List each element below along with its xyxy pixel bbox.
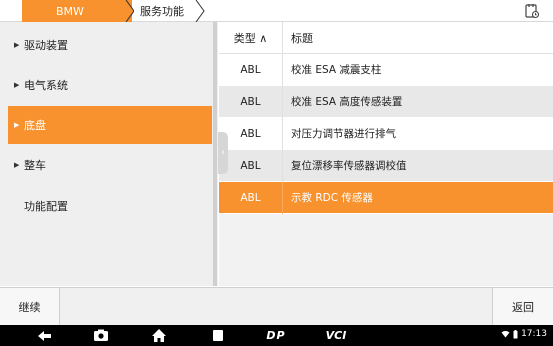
expand-arrow-icon: ▶: [14, 161, 20, 169]
table-row[interactable]: ABL 对压力调节器进行排气: [219, 117, 553, 150]
breadcrumb-label: 服务功能: [140, 5, 184, 18]
camera-icon[interactable]: [93, 328, 109, 343]
report-icon[interactable]: [524, 3, 540, 19]
column-header-title[interactable]: 标题: [283, 30, 313, 46]
sidebar-item-chassis[interactable]: ▶ 底盘: [8, 106, 212, 144]
table-row[interactable]: ABL 复位漂移率传感器调校值: [219, 149, 553, 182]
row-type: ABL: [219, 181, 283, 214]
table-row[interactable]: ABL 校准 ESA 高度传感装置: [219, 85, 553, 118]
row-type: ABL: [219, 85, 283, 118]
column-header-type[interactable]: 类型 ∧: [219, 21, 283, 54]
row-title: 复位漂移率传感器调校值: [291, 160, 407, 172]
row-title: 校准 ESA 高度传感装置: [291, 96, 403, 108]
dp-logo-icon[interactable]: DP: [263, 328, 289, 343]
sidebar-item-drive[interactable]: ▶ 驱动装置: [8, 26, 212, 64]
sidebar-item-vehicle[interactable]: ▶ 整车: [8, 146, 212, 184]
row-title: 校准 ESA 减震支柱: [291, 64, 382, 76]
expand-arrow-icon: ▶: [14, 121, 20, 129]
system-nav-bar: DP VCI 17:13: [0, 325, 553, 346]
row-type: ABL: [219, 117, 283, 150]
top-bar: BMW 服务功能: [0, 0, 553, 22]
sidebar-item-label: 功能配置: [24, 200, 68, 213]
row-type: ABL: [219, 149, 283, 182]
collapse-panel-handle[interactable]: ‹: [218, 132, 228, 174]
breadcrumb-item-service[interactable]: 服务功能: [128, 0, 202, 22]
sidebar-item-label: 底盘: [24, 119, 46, 132]
back-arrow-icon[interactable]: [36, 328, 54, 343]
breadcrumb-label: BMW: [56, 4, 84, 18]
status-area: 17:13: [501, 329, 547, 339]
row-title: 对压力调节器进行排气: [291, 128, 396, 140]
breadcrumb-item-bmw[interactable]: BMW: [22, 0, 132, 22]
sidebar-item-label: 驱动装置: [24, 39, 68, 52]
breadcrumb-separator-icon: [195, 0, 205, 22]
table-row-selected[interactable]: ABL 示教 RDC 传感器: [219, 181, 553, 214]
continue-button[interactable]: 继续: [0, 288, 60, 326]
sidebar-item-electrical[interactable]: ▶ 电气系统: [8, 66, 212, 104]
recent-apps-icon[interactable]: [211, 328, 225, 343]
expand-arrow-icon: ▶: [14, 81, 20, 89]
wifi-icon: [501, 330, 510, 338]
sidebar-item-function-config[interactable]: 功能配置: [8, 187, 212, 225]
row-title: 示教 RDC 传感器: [291, 192, 373, 204]
bottom-toolbar: 继续 返回: [0, 287, 553, 326]
expand-arrow-icon: ▶: [14, 41, 20, 49]
row-type: ABL: [219, 53, 283, 86]
chevron-left-icon: ‹: [221, 148, 225, 158]
back-button[interactable]: 返回: [492, 288, 553, 326]
home-icon[interactable]: [151, 328, 167, 343]
sidebar-item-label: 电气系统: [24, 79, 68, 92]
battery-icon: [513, 329, 518, 338]
function-table: 类型 ∧ 标题 ABL 校准 ESA 减震支柱 ABL 校准 ESA 高度传感装…: [219, 21, 553, 214]
clock-time: 17:13: [521, 329, 547, 339]
panel-scrollbar[interactable]: [213, 22, 217, 286]
vci-logo-icon[interactable]: VCI: [322, 328, 350, 343]
table-row[interactable]: ABL 校准 ESA 减震支柱: [219, 53, 553, 86]
table-header: 类型 ∧ 标题: [219, 21, 553, 54]
sidebar-item-label: 整车: [24, 159, 46, 172]
